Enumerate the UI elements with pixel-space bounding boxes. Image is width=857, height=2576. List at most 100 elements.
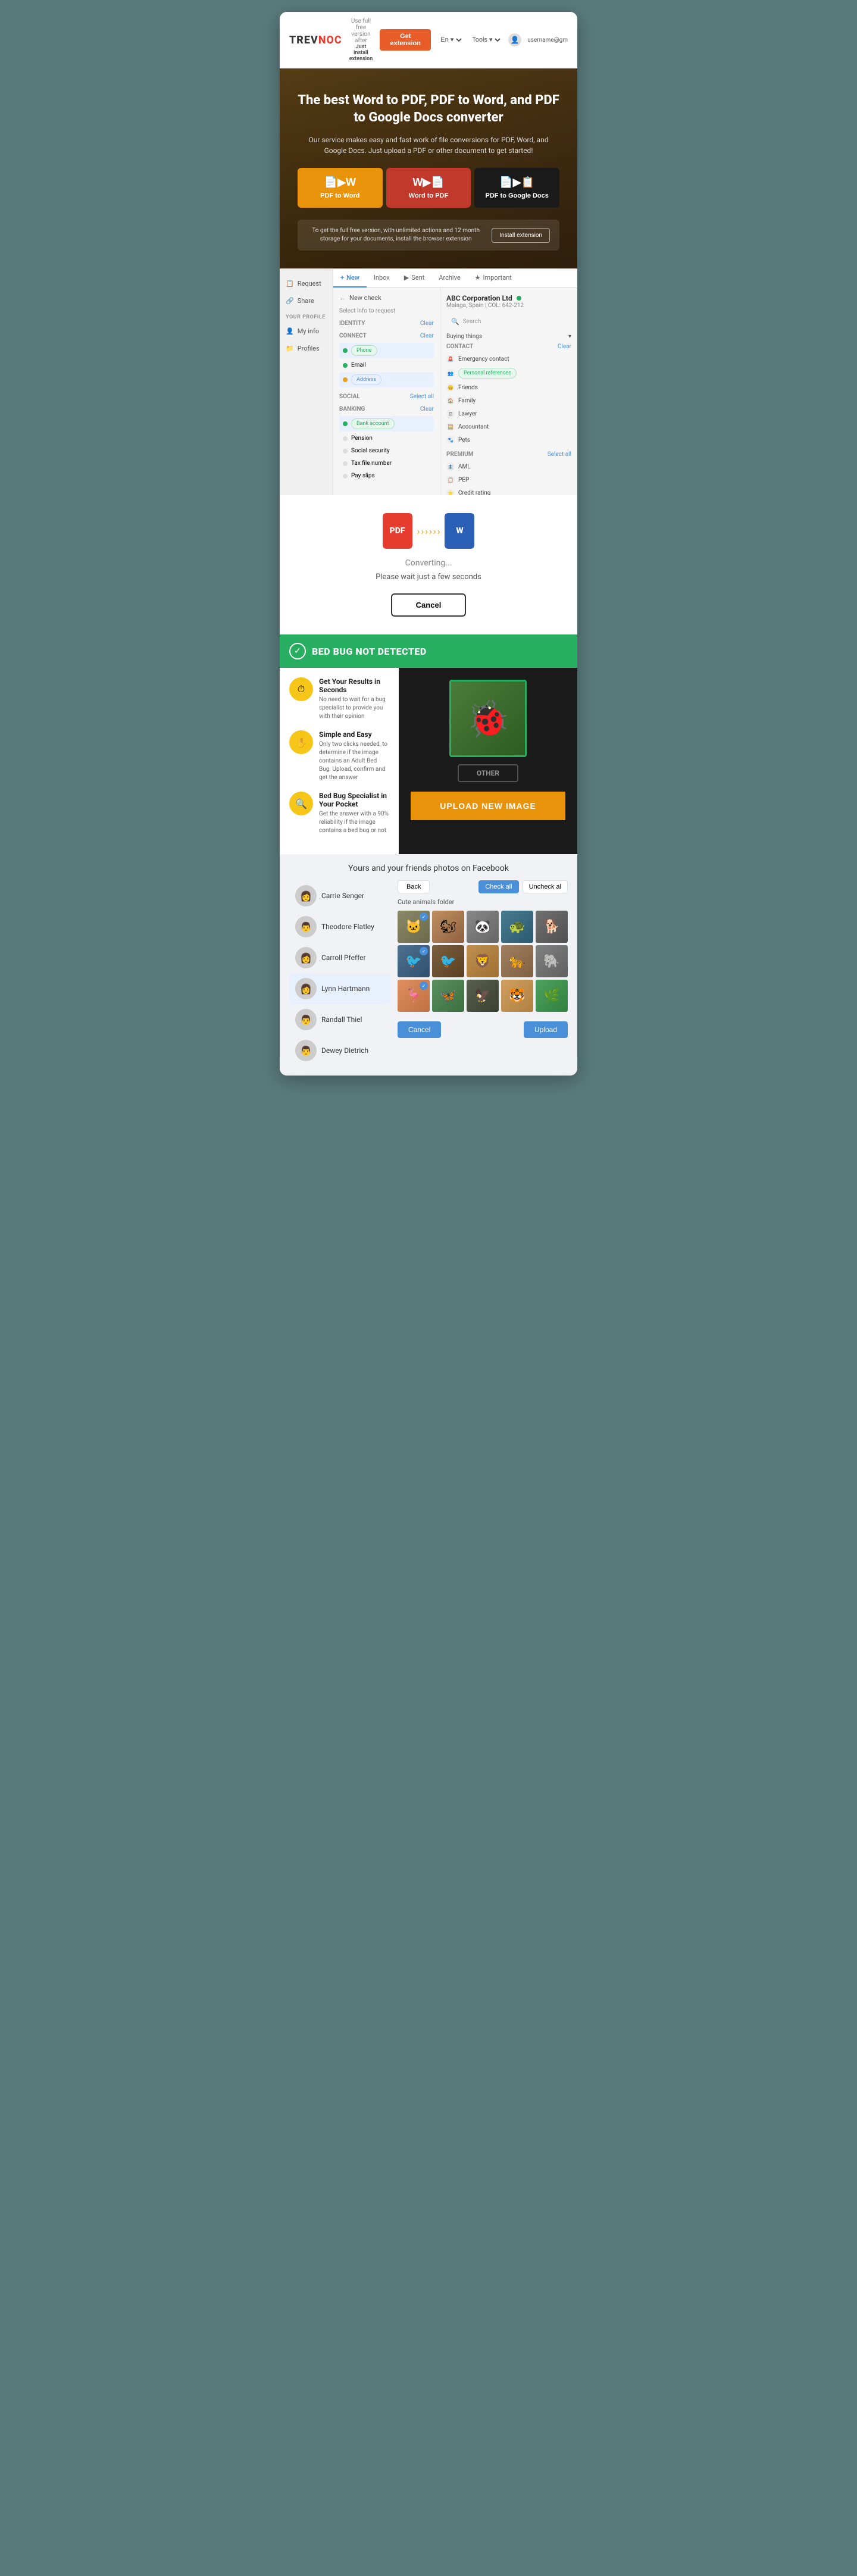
tab-archive[interactable]: Archive bbox=[431, 269, 467, 287]
banking-clear-button[interactable]: Clear bbox=[420, 406, 434, 412]
identity-section: IDENTITY Clear bbox=[339, 320, 434, 327]
friend-theodore[interactable]: 👨 Theodore Flatley bbox=[289, 911, 390, 942]
contact-emergency[interactable]: 🚨 Emergency contact bbox=[446, 352, 571, 365]
category-selector[interactable]: Buying things ▾ bbox=[446, 333, 571, 340]
mail-left-panel: ← New check Select info to request IDENT… bbox=[333, 288, 440, 495]
magnify-icon: 🔍 bbox=[289, 792, 313, 815]
company-location: Malaga, Spain | COL: 642-212 bbox=[446, 302, 524, 309]
social-select-all[interactable]: Select all bbox=[410, 393, 434, 400]
pdf-to-word-button[interactable]: 📄▶W PDF to Word bbox=[298, 168, 383, 208]
tab-sent[interactable]: ▶ Sent bbox=[397, 269, 432, 287]
share-icon: 🔗 bbox=[286, 297, 294, 305]
premium-select-all[interactable]: Select all bbox=[548, 451, 571, 458]
friend-dewey[interactable]: 👨 Dewey Dietrich bbox=[289, 1035, 390, 1066]
photo-14[interactable]: 🐯 bbox=[501, 980, 533, 1012]
banking-social-security-item[interactable]: Social security bbox=[339, 445, 434, 457]
payslips-dot bbox=[343, 474, 348, 479]
connect-address-item[interactable]: Address bbox=[339, 372, 434, 387]
tab-new[interactable]: + New bbox=[333, 269, 367, 287]
folder-name: Cute animals folder bbox=[398, 898, 568, 906]
search-icon: 🔍 bbox=[451, 318, 459, 326]
friend-carroll[interactable]: 👩 Carroll Pfeffer bbox=[289, 942, 390, 973]
bedbug-title: BED BUG NOT DETECTED bbox=[312, 646, 427, 657]
social-security-dot bbox=[343, 449, 348, 454]
contact-friends[interactable]: 😊 Friends bbox=[446, 381, 571, 394]
upload-fb-button[interactable]: Upload bbox=[524, 1021, 568, 1038]
connect-phone-item[interactable]: Phone bbox=[339, 343, 434, 358]
install-hint: Use full free version after Just install… bbox=[349, 18, 373, 62]
photo-10[interactable]: 🐘 bbox=[536, 945, 568, 977]
premium-pep[interactable]: 📋 PEP bbox=[446, 473, 571, 486]
install-extension-button[interactable]: Install extension bbox=[492, 228, 550, 243]
chevron-4: › bbox=[429, 526, 432, 537]
photo-4[interactable]: 🐢 bbox=[501, 911, 533, 943]
photo-7[interactable]: 🐦 bbox=[432, 945, 464, 977]
banking-pension-item[interactable]: Pension bbox=[339, 433, 434, 444]
tab-inbox[interactable]: Inbox bbox=[367, 269, 397, 287]
pdf-gdocs-icon: 📄▶📋 bbox=[499, 176, 534, 189]
contact-clear[interactable]: Clear bbox=[558, 343, 571, 350]
chevron-6: › bbox=[437, 526, 440, 537]
contact-accountant[interactable]: 🧮 Accountant bbox=[446, 420, 571, 433]
friend-lynn[interactable]: 👩 Lynn Hartmann bbox=[289, 973, 390, 1004]
premium-credit[interactable]: ⭐ Credit rating bbox=[446, 486, 571, 495]
email-dot bbox=[343, 363, 348, 368]
cancel-fb-button[interactable]: Cancel bbox=[398, 1021, 441, 1038]
contact-family[interactable]: 🏠 Family bbox=[446, 394, 571, 407]
sidebar-item-request[interactable]: 📋 Request bbox=[280, 275, 333, 292]
banking-payslips-item[interactable]: Pay slips bbox=[339, 470, 434, 482]
bedbug-section: ✓ BED BUG NOT DETECTED ⏱ Get Your Result… bbox=[280, 634, 577, 854]
friend-carrie[interactable]: 👩 Carrie Senger bbox=[289, 880, 390, 911]
search-bar[interactable]: 🔍 Search bbox=[446, 315, 571, 329]
connect-email-item[interactable]: Email bbox=[339, 359, 434, 371]
check-header-title: New check bbox=[349, 294, 381, 302]
language-selector[interactable]: En ▾ bbox=[438, 36, 464, 44]
word-to-pdf-button[interactable]: W▶📄 Word to PDF bbox=[386, 168, 471, 208]
feature-3-title: Bed Bug Specialist in Your Pocket bbox=[319, 792, 389, 808]
sidebar-item-share[interactable]: 🔗 Share bbox=[280, 292, 333, 310]
photo-11[interactable]: 🦩 ✓ bbox=[398, 980, 430, 1012]
feature-1-desc: No need to wait for a bug specialist to … bbox=[319, 696, 389, 721]
feature-2-title: Simple and Easy bbox=[319, 730, 389, 739]
check-all-button[interactable]: Check all bbox=[478, 880, 518, 893]
back-arrow[interactable]: ← bbox=[339, 294, 346, 302]
theodore-avatar: 👨 bbox=[295, 916, 317, 937]
pdf-to-gdocs-button[interactable]: 📄▶📋 PDF to Google Docs bbox=[474, 168, 559, 208]
upload-new-image-button[interactable]: UPLOAD NEW IMAGE bbox=[411, 792, 565, 820]
sidebar-item-profiles[interactable]: 📁 Profiles bbox=[280, 340, 333, 357]
cancel-button[interactable]: Cancel bbox=[391, 593, 467, 617]
get-extension-button[interactable]: Get extension bbox=[380, 29, 431, 51]
photo-6[interactable]: 🐦 ✓ bbox=[398, 945, 430, 977]
contact-pets[interactable]: 🐾 Pets bbox=[446, 433, 571, 446]
friend-randall[interactable]: 👨 Randall Thiel bbox=[289, 1004, 390, 1035]
word-pdf-icon: W▶📄 bbox=[412, 176, 444, 189]
tab-important[interactable]: ★ Important bbox=[468, 269, 519, 287]
premium-aml[interactable]: 🏦 AML bbox=[446, 460, 571, 473]
photo-3[interactable]: 🐼 bbox=[467, 911, 499, 943]
photo-13[interactable]: 🦅 bbox=[467, 980, 499, 1012]
feature-1: ⏱ Get Your Results in Seconds No need to… bbox=[289, 677, 389, 721]
identity-clear-button[interactable]: Clear bbox=[420, 320, 434, 327]
banking-tax-item[interactable]: Tax file number bbox=[339, 458, 434, 469]
sidebar-item-myinfo[interactable]: 👤 My info bbox=[280, 323, 333, 340]
contact-personal-refs[interactable]: 👥 Personal references bbox=[446, 365, 571, 381]
back-button[interactable]: Back bbox=[398, 880, 430, 893]
connect-clear-button[interactable]: Clear bbox=[420, 333, 434, 339]
banking-bankaccount-item[interactable]: Bank account bbox=[339, 416, 434, 432]
install-bar: To get the full free version, with unlim… bbox=[298, 220, 559, 251]
photo-9[interactable]: 🐆 bbox=[501, 945, 533, 977]
photo-1[interactable]: 🐱 ✓ bbox=[398, 911, 430, 943]
uncheck-all-button[interactable]: Uncheck al bbox=[523, 880, 568, 893]
profiles-icon: 📁 bbox=[286, 345, 294, 352]
other-label: OTHER bbox=[458, 764, 518, 782]
photo-2[interactable]: 🐿 bbox=[432, 911, 464, 943]
carrie-avatar: 👩 bbox=[295, 885, 317, 906]
photo-12[interactable]: 🦋 bbox=[432, 980, 464, 1012]
bank-dot bbox=[343, 421, 348, 426]
photo-15[interactable]: 🌿 bbox=[536, 980, 568, 1012]
convert-icons: PDF › › › › › › W bbox=[383, 513, 475, 549]
tools-selector[interactable]: Tools ▾ bbox=[470, 36, 502, 44]
photo-5[interactable]: 🐕 bbox=[536, 911, 568, 943]
contact-lawyer[interactable]: ⚖ Lawyer bbox=[446, 407, 571, 420]
photo-8[interactable]: 🦁 bbox=[467, 945, 499, 977]
